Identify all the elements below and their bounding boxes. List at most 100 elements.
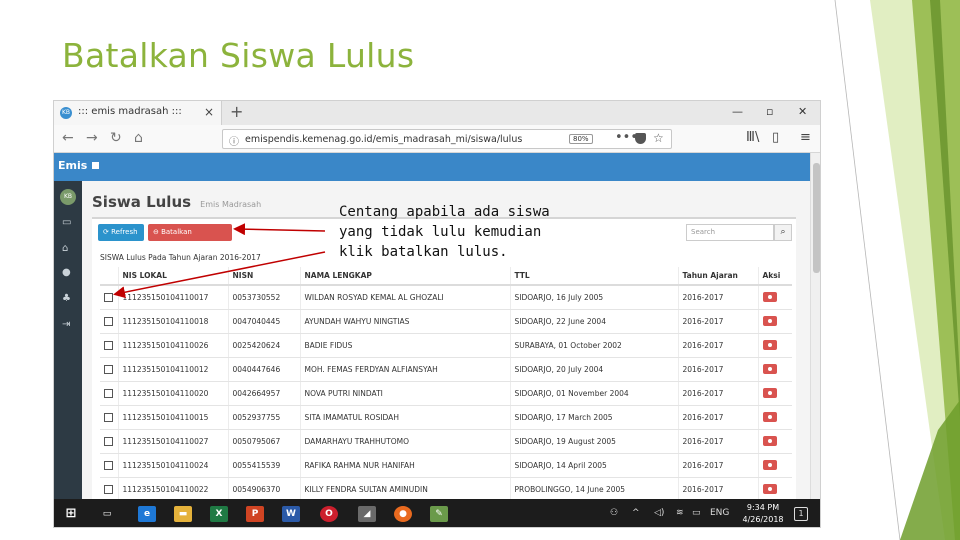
- aksi-button[interactable]: [762, 316, 777, 326]
- select-checkbox[interactable]: [104, 484, 113, 494]
- action-center-icon[interactable]: 1: [794, 507, 808, 521]
- scrollbar-thumb[interactable]: [813, 163, 820, 273]
- table-row: 111235150104110022 0054906370 KILLY FEND…: [100, 477, 792, 502]
- select-checkbox[interactable]: [104, 460, 113, 470]
- battery-icon[interactable]: ▭: [692, 508, 701, 518]
- minimize-icon[interactable]: —: [732, 105, 743, 118]
- batalkan-kelulusan-label: Batalkan Kelulusan: [153, 228, 192, 253]
- pocket-icon[interactable]: [635, 133, 646, 144]
- back-icon[interactable]: ←: [62, 130, 74, 146]
- word-icon[interactable]: W: [282, 506, 300, 522]
- select-checkbox[interactable]: [104, 340, 113, 350]
- forward-icon[interactable]: →: [86, 130, 98, 146]
- browser-tab[interactable]: KB ::: emis madrasah ::: ×: [54, 101, 222, 125]
- reload-icon[interactable]: ↻: [110, 130, 122, 146]
- bookmark-star-icon[interactable]: ☆: [653, 131, 664, 145]
- tray-chevron-icon[interactable]: ^: [632, 508, 640, 518]
- nis-cell: 111235150104110024: [117, 453, 228, 478]
- people-icon[interactable]: ⚇: [610, 508, 618, 518]
- firefox-icon[interactable]: ●: [394, 506, 412, 522]
- table-row: 111235150104110017 0053730552 WILDAN ROS…: [100, 285, 792, 310]
- aksi-button[interactable]: [762, 388, 777, 398]
- browser-tab-strip: KB ::: emis madrasah ::: × + — ▫ ✕: [54, 101, 820, 125]
- select-checkbox[interactable]: [104, 388, 113, 398]
- tahun-cell: 2016-2017: [677, 309, 758, 334]
- nama-cell: KILLY FENDRA SULTAN AMINUDIN: [299, 477, 510, 502]
- hamburger-menu-icon[interactable]: ≡: [800, 130, 811, 145]
- page-scrollbar[interactable]: [810, 153, 820, 499]
- avatar[interactable]: KB: [60, 189, 76, 205]
- app-logo[interactable]: Emis: [58, 159, 87, 172]
- table-row: 111235150104110012 0040447646 MOH. FEMAS…: [100, 357, 792, 382]
- sidebar-toggle-icon[interactable]: ▯: [772, 130, 779, 145]
- browser-screenshot: KB ::: emis madrasah ::: × + — ▫ ✕ ← → ↻…: [53, 100, 821, 528]
- url-bar[interactable]: ⓘ emispendis.kemenag.go.id/emis_madrasah…: [222, 129, 672, 149]
- column-header[interactable]: Aksi: [757, 267, 792, 286]
- sidebar-item-dashboard-icon[interactable]: ▭: [62, 217, 71, 228]
- nisn-cell: 0055415539: [227, 453, 300, 478]
- maximize-icon[interactable]: ▫: [766, 105, 773, 118]
- windows-start-icon[interactable]: ⊞: [62, 506, 80, 522]
- column-header[interactable]: Tahun Ajaran: [677, 267, 758, 286]
- column-header[interactable]: NISN: [227, 267, 300, 286]
- aksi-button[interactable]: [762, 340, 777, 350]
- aksi-button[interactable]: [762, 292, 777, 303]
- search-input[interactable]: Search: [686, 224, 774, 241]
- select-checkbox[interactable]: [104, 293, 113, 302]
- language-indicator[interactable]: ENG: [710, 508, 729, 518]
- new-tab-icon[interactable]: +: [230, 102, 243, 121]
- select-column-header: [100, 267, 118, 286]
- sidebar-item-user-icon[interactable]: ●: [62, 267, 71, 278]
- window-close-icon[interactable]: ✕: [798, 105, 807, 118]
- select-checkbox[interactable]: [104, 316, 113, 326]
- nama-cell: SITA IMAMATUL ROSIDAH: [299, 405, 510, 430]
- network-icon[interactable]: ≋: [676, 508, 684, 518]
- zoom-badge[interactable]: 80%: [569, 134, 593, 144]
- sidebar-item-institution-icon[interactable]: ⌂: [62, 243, 68, 254]
- select-checkbox[interactable]: [104, 436, 113, 446]
- tahun-cell: 2016-2017: [677, 333, 758, 358]
- nis-cell: 111235150104110026: [117, 333, 228, 358]
- browser-toolbar: ← → ↻ ⌂ ⓘ emispendis.kemenag.go.id/emis_…: [54, 125, 820, 153]
- menu-toggle-icon[interactable]: [92, 162, 99, 169]
- select-checkbox[interactable]: [104, 412, 113, 422]
- task-view-icon[interactable]: ▭: [98, 506, 116, 522]
- aksi-button[interactable]: [762, 460, 777, 470]
- nisn-cell: 0054906370: [227, 477, 300, 502]
- volume-icon[interactable]: ◁): [654, 508, 664, 518]
- file-explorer-icon[interactable]: ▬: [174, 506, 192, 522]
- column-header[interactable]: NAMA LENGKAP: [299, 267, 510, 286]
- select-checkbox[interactable]: [104, 364, 113, 374]
- app-icon[interactable]: ◢: [358, 506, 376, 522]
- tab-title: ::: emis madrasah :::: [78, 106, 182, 117]
- tahun-cell: 2016-2017: [677, 357, 758, 382]
- library-icon[interactable]: Ⅲ\: [746, 130, 759, 145]
- nisn-cell: 0042664957: [227, 381, 300, 406]
- site-info-icon[interactable]: ⓘ: [229, 133, 239, 148]
- aksi-button[interactable]: [762, 436, 777, 446]
- column-header[interactable]: TTL: [509, 267, 678, 286]
- aksi-button[interactable]: [762, 412, 777, 422]
- column-header[interactable]: NIS LOKAL: [117, 267, 228, 286]
- utility-icon[interactable]: ✎: [430, 506, 448, 522]
- opera-icon[interactable]: O: [320, 506, 338, 522]
- powerpoint-icon[interactable]: P: [246, 506, 264, 522]
- clock[interactable]: 9:34 PM 4/26/2018: [738, 502, 788, 526]
- aksi-button[interactable]: [762, 364, 777, 374]
- table-row: 111235150104110020 0042664957 NOVA PUTRI…: [100, 381, 792, 406]
- nis-cell: 111235150104110012: [117, 357, 228, 382]
- sidebar-item-group-icon[interactable]: ♣: [62, 293, 71, 304]
- sidebar-item-logout-icon[interactable]: ⇥: [62, 319, 70, 330]
- ttl-cell: SIDOARJO, 19 August 2005: [509, 429, 678, 454]
- tahun-cell: 2016-2017: [677, 285, 758, 310]
- tab-close-icon[interactable]: ×: [204, 105, 214, 119]
- aksi-button[interactable]: [762, 484, 777, 494]
- sidebar: KB ▭ ⌂ ● ♣ ⇥: [54, 181, 82, 499]
- home-icon[interactable]: ⌂: [134, 130, 143, 146]
- excel-icon[interactable]: X: [210, 506, 228, 522]
- search-icon[interactable]: ⌕: [774, 224, 792, 241]
- batalkan-kelulusan-button[interactable]: ⊖ Batalkan Kelulusan: [148, 224, 232, 253]
- edge-icon[interactable]: e: [138, 506, 156, 522]
- refresh-button[interactable]: ⟳ Refresh: [98, 224, 144, 241]
- ttl-cell: SIDOARJO, 17 March 2005: [509, 405, 678, 430]
